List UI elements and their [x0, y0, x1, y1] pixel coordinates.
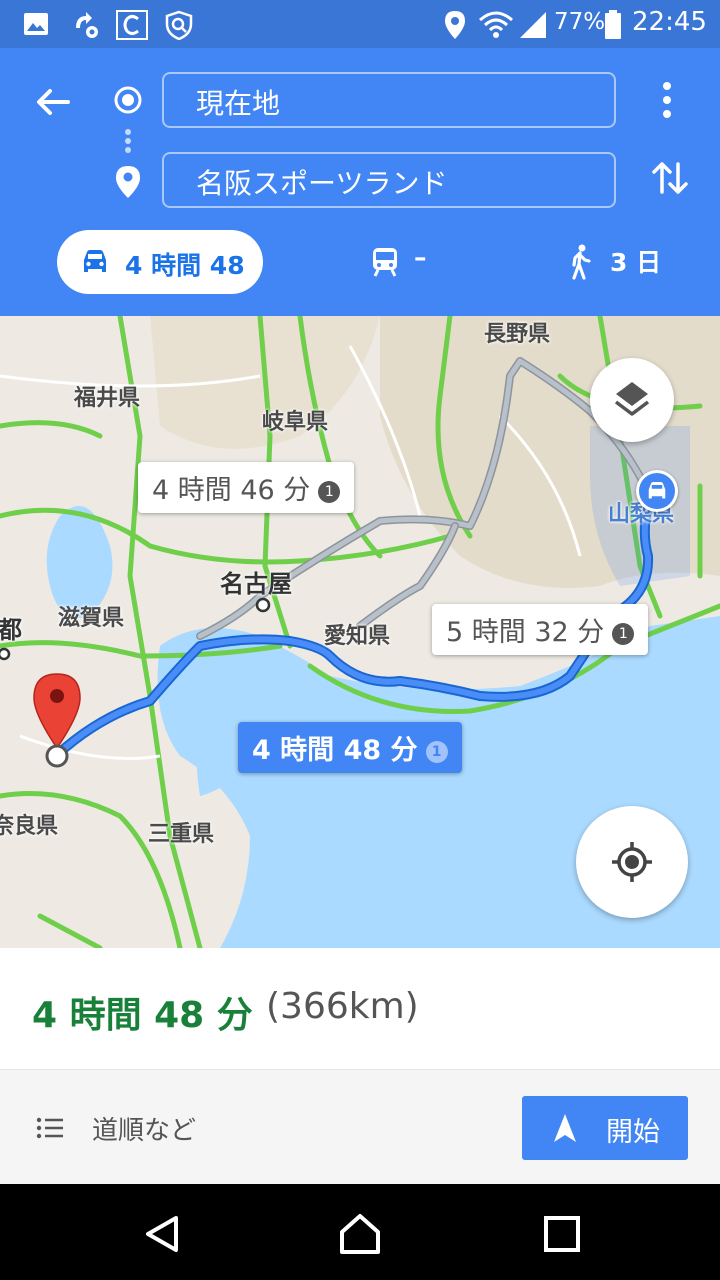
my-location-icon	[612, 842, 652, 882]
route-callout-selected[interactable]: 4 時間 48 分 1	[238, 722, 462, 773]
wifi-icon	[479, 11, 513, 38]
map-label-kyoto: 京都	[0, 616, 22, 644]
mode-tab-walking[interactable]: 3 日	[566, 242, 676, 282]
nav-back-icon[interactable]	[140, 1212, 184, 1256]
battery-percent: 77%	[554, 9, 606, 35]
destination-pin-icon	[116, 166, 140, 198]
mode-tab-walking-label: 3 日	[610, 248, 662, 277]
navigation-arrow-icon	[554, 1114, 576, 1142]
app-c-notification-icon	[116, 10, 148, 40]
steps-button-label: 道順など	[92, 1116, 197, 1146]
clock: 22:45	[632, 7, 707, 37]
start-navigation-label: 開始	[606, 1117, 660, 1148]
layers-icon	[614, 382, 650, 416]
location-status-icon	[445, 11, 465, 39]
mode-tab-transit-label: –	[414, 243, 427, 272]
route-callout-alt-1[interactable]: 4 時間 46 分 1	[138, 462, 355, 513]
more-vert-icon[interactable]	[652, 78, 682, 122]
battery-icon	[605, 10, 621, 39]
swap-vertical-icon[interactable]	[648, 156, 692, 200]
route-dots-icon	[125, 129, 131, 153]
route-summary[interactable]: 4 時間 48 分 (366km)	[0, 948, 720, 1070]
mode-tab-driving-label: 4 時間 48	[125, 251, 245, 280]
map-label-nagano: 長野県	[484, 322, 551, 347]
walk-icon	[572, 244, 591, 280]
route-info-icon: 1	[425, 740, 448, 763]
route-info-icon: 1	[318, 480, 341, 503]
route-distance: (366km)	[266, 986, 419, 1027]
nav-home-icon[interactable]	[338, 1212, 382, 1256]
map-label-nara: 奈良県	[0, 814, 59, 839]
signal-icon	[520, 12, 546, 38]
map-label-nagoya: 名古屋	[220, 570, 292, 598]
my-location-button[interactable]	[576, 806, 688, 918]
layers-button[interactable]	[590, 358, 674, 442]
route-callout-alt-2-label: 5 時間 32 分	[446, 617, 605, 648]
gallery-notification-icon	[24, 13, 48, 35]
status-bar: 77% 22:45	[0, 0, 720, 48]
back-arrow-icon[interactable]	[28, 78, 76, 126]
mode-tab-transit[interactable]: –	[368, 242, 458, 282]
start-navigation-button[interactable]: 開始	[522, 1096, 688, 1160]
sync-settings-notification-icon	[76, 12, 98, 38]
nav-recents-icon[interactable]	[540, 1212, 584, 1256]
map-label-mie: 三重県	[148, 822, 215, 847]
map-label-shiga: 滋賀県	[58, 606, 125, 631]
mode-tab-driving[interactable]: 4 時間 48	[57, 230, 263, 294]
system-nav-bar	[0, 1184, 720, 1280]
car-icon	[648, 482, 666, 499]
route-duration: 4 時間 48 分	[32, 995, 253, 1036]
route-info-icon: 1	[612, 622, 635, 645]
origin-input[interactable]: 現在地	[162, 72, 616, 128]
list-icon	[36, 1117, 63, 1139]
map-label-fukui: 福井県	[74, 386, 141, 411]
directions-header: 現在地 名阪スポーツランド 4 時間 48 – 3 日	[0, 48, 720, 316]
route-actions: 道順など 開始	[0, 1070, 720, 1184]
steps-button[interactable]: 道順など	[32, 1108, 232, 1148]
route-callout-selected-label: 4 時間 48 分	[252, 735, 418, 766]
map-label-gifu: 岐阜県	[262, 410, 329, 435]
map-label-aichi: 愛知県	[324, 624, 391, 649]
route-callout-alt-1-label: 4 時間 46 分	[152, 475, 311, 506]
shield-search-notification-icon	[165, 10, 193, 40]
destination-marker-icon[interactable]	[30, 672, 84, 772]
route-callout-alt-2[interactable]: 5 時間 32 分 1	[432, 604, 649, 655]
origin-circle-icon	[114, 86, 142, 114]
car-icon	[84, 250, 106, 272]
train-icon	[373, 248, 397, 277]
origin-car-marker	[636, 470, 678, 512]
map-view[interactable]: 長野県 福井県 岐阜県 山梨県 名古屋 京都 滋賀県 愛知県 奈良県 三重県 4…	[0, 316, 720, 948]
destination-input[interactable]: 名阪スポーツランド	[162, 152, 616, 208]
